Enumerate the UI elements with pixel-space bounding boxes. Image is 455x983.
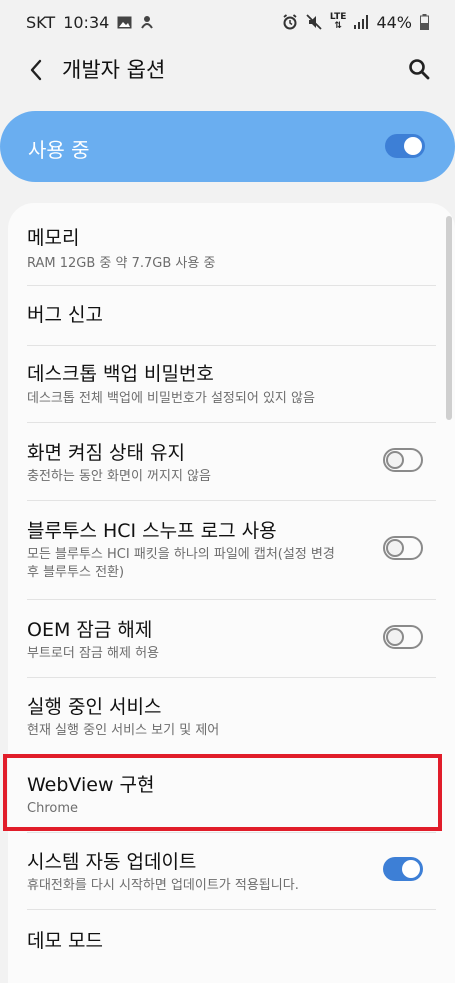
toggle-knob xyxy=(386,451,404,469)
data-arrows-icon: ⇅ xyxy=(334,21,342,31)
mute-icon xyxy=(306,14,322,30)
setting-subtitle: 부트로더 잠금 해제 허용 xyxy=(27,646,159,661)
clock: 10:34 xyxy=(63,12,110,32)
toggle-knob xyxy=(386,628,404,646)
setting-title: 실행 중인 서비스 xyxy=(27,696,162,718)
search-icon xyxy=(409,59,430,80)
master-switch-bar[interactable]: 사용 중 xyxy=(0,111,455,182)
setting-desktop-backup-password[interactable]: 데스크톱 백업 비밀번호 데스크톱 전체 백업에 비밀번호가 설정되어 있지 않… xyxy=(8,346,455,422)
gallery-icon xyxy=(117,16,132,29)
lte-icon: LTE ⇅ xyxy=(330,13,347,31)
setting-title: 화면 켜짐 상태 유지 xyxy=(27,442,185,464)
setting-title: OEM 잠금 해제 xyxy=(27,619,153,641)
app-bar: 개발자 옵션 xyxy=(0,44,455,92)
setting-title: 블루투스 HCI 스누프 로그 사용 xyxy=(27,520,277,542)
page-title: 개발자 옵션 xyxy=(62,58,166,82)
setting-bluetooth-hci-log[interactable]: 블루투스 HCI 스누프 로그 사용 모든 블루투스 HCI 패킷을 하나의 파… xyxy=(8,501,455,599)
setting-subtitle: 현재 실행 중인 서비스 보기 및 제어 xyxy=(27,723,220,738)
battery-percent: 44% xyxy=(376,12,412,32)
setting-subtitle: 모든 블루투스 HCI 패킷을 하나의 파일에 캡처(설정 변경 xyxy=(27,547,335,562)
back-arrow-icon xyxy=(30,59,42,81)
carrier-label: SKT xyxy=(26,12,56,32)
setting-demo-mode[interactable]: 데모 모드 xyxy=(8,910,455,970)
setting-subtitle: 휴대전화를 다시 시작하면 업데이트가 적용됩니다. xyxy=(27,878,299,893)
setting-subtitle: 충전하는 동안 화면이 꺼지지 않음 xyxy=(27,469,211,484)
scrollbar[interactable] xyxy=(446,216,452,420)
toggle-knob xyxy=(402,860,420,878)
search-button[interactable] xyxy=(404,54,434,84)
status-bar: SKT 10:34 LTE ⇅ 44% xyxy=(0,0,455,44)
toggle-knob xyxy=(386,539,404,557)
bluetooth-hci-log-toggle[interactable] xyxy=(383,536,423,560)
setting-subtitle: 데스크톱 전체 백업에 비밀번호가 설정되어 있지 않음 xyxy=(27,391,315,406)
stay-awake-toggle[interactable] xyxy=(383,448,423,472)
bixby-icon xyxy=(140,14,154,30)
setting-subtitle-line2: 후 블루투스 전환) xyxy=(27,565,125,580)
master-toggle[interactable] xyxy=(385,134,425,158)
alarm-icon xyxy=(282,14,298,30)
back-button[interactable] xyxy=(22,56,50,84)
status-right: LTE ⇅ 44% xyxy=(282,13,429,32)
setting-memory[interactable]: 메모리 RAM 12GB 중 약 7.7GB 사용 중 xyxy=(8,211,455,284)
status-left: SKT 10:34 xyxy=(26,13,154,32)
oem-unlock-toggle[interactable] xyxy=(383,625,423,649)
setting-title: 데모 모드 xyxy=(27,930,103,952)
toggle-knob xyxy=(404,137,422,155)
auto-system-update-toggle[interactable] xyxy=(383,857,423,881)
signal-icon xyxy=(354,15,369,29)
setting-title: 메모리 xyxy=(27,227,80,249)
master-switch-label: 사용 중 xyxy=(28,138,90,162)
setting-auto-system-update[interactable]: 시스템 자동 업데이트 휴대전화를 다시 시작하면 업데이트가 적용됩니다. xyxy=(8,833,455,910)
highlight-box xyxy=(3,754,442,831)
settings-list: 메모리 RAM 12GB 중 약 7.7GB 사용 중 버그 신고 데스크톱 백… xyxy=(8,203,455,983)
setting-title: 데스크톱 백업 비밀번호 xyxy=(27,363,214,385)
setting-oem-unlock[interactable]: OEM 잠금 해제 부트로더 잠금 해제 허용 xyxy=(8,600,455,677)
setting-title: 시스템 자동 업데이트 xyxy=(27,851,197,873)
setting-running-services[interactable]: 실행 중인 서비스 현재 실행 중인 서비스 보기 및 제어 xyxy=(8,678,455,754)
setting-bug-report[interactable]: 버그 신고 xyxy=(8,286,455,347)
setting-subtitle: RAM 12GB 중 약 7.7GB 사용 중 xyxy=(27,256,216,271)
setting-title: 버그 신고 xyxy=(27,304,103,326)
setting-stay-awake[interactable]: 화면 켜짐 상태 유지 충전하는 동안 화면이 꺼지지 않음 xyxy=(8,423,455,500)
battery-icon xyxy=(420,14,429,30)
